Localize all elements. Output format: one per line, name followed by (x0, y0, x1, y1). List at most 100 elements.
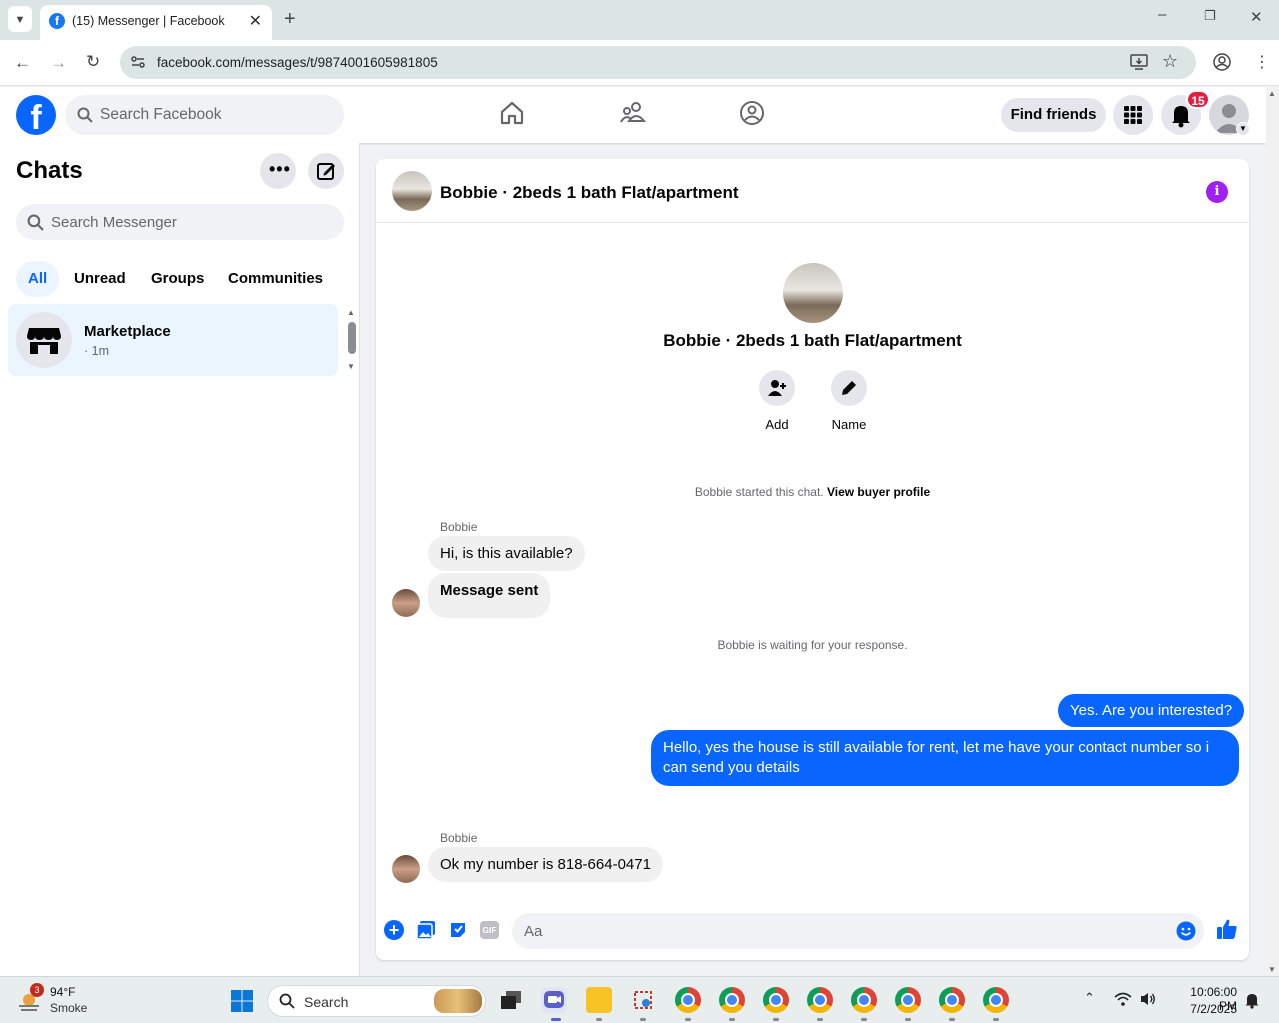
restore-window-icon[interactable]: ❐ (1204, 8, 1216, 24)
add-label: Add (765, 417, 789, 432)
incoming-message[interactable]: Hi, is this available? (428, 536, 585, 571)
install-app-icon[interactable] (1130, 53, 1148, 76)
taskbar-search-placeholder: Search (304, 994, 349, 1010)
chrome-profile-5-icon[interactable] (851, 987, 877, 1013)
scroll-up-arrow-icon[interactable]: ▲ (1268, 89, 1276, 98)
filter-unread[interactable]: Unread (62, 261, 138, 297)
bookmark-star-icon[interactable]: ☆ (1162, 51, 1178, 72)
reload-icon[interactable]: ↻ (86, 52, 100, 72)
search-icon (27, 214, 44, 236)
conversation-title[interactable]: Bobbie · 2beds 1 bath Flat/apartment (440, 183, 739, 203)
sticker-icon[interactable] (448, 920, 468, 945)
facebook-logo-icon[interactable]: f (16, 95, 56, 135)
chrome-profile-2-icon[interactable] (719, 987, 745, 1013)
taskbar-search-input[interactable]: Search (267, 985, 486, 1017)
url-text: facebook.com/messages/t/9874001605981805 (157, 55, 438, 70)
running-indicator (596, 1018, 602, 1021)
close-tab-icon[interactable]: ✕ (249, 11, 262, 31)
browser-menu-icon[interactable]: ⋮ (1254, 52, 1270, 72)
chrome-profile-7-icon[interactable] (939, 987, 965, 1013)
filter-all[interactable]: All (16, 261, 60, 297)
bobbie-avatar[interactable] (392, 855, 420, 883)
browser-tab-active[interactable]: f (15) Messenger | Facebook ✕ (40, 5, 272, 40)
profile-icon[interactable] (1213, 53, 1231, 76)
message-input-placeholder: Aa (524, 923, 543, 940)
running-indicator (685, 1018, 691, 1021)
minimize-window-icon[interactable]: – (1158, 6, 1166, 23)
home-icon[interactable] (498, 99, 528, 129)
add-person-icon (768, 380, 786, 396)
incoming-message[interactable]: Message sent (428, 573, 551, 618)
find-friends-button[interactable]: Find friends (1001, 98, 1106, 132)
clock-date[interactable]: 7/2/2025 (1171, 1002, 1237, 1016)
tab-title: (15) Messenger | Facebook (72, 14, 225, 28)
scroll-down-arrow-icon[interactable]: ▼ (1268, 965, 1276, 974)
chat-options-button[interactable]: ••• (260, 153, 296, 189)
messenger-search-input[interactable]: Search Messenger (16, 204, 344, 240)
tab-search-button[interactable]: ▼ (8, 6, 32, 32)
meet-app-icon[interactable] (541, 987, 567, 1013)
name-chat-button[interactable]: Name (819, 370, 879, 432)
page-scrollbar[interactable]: ▲ ▼ (1266, 87, 1279, 976)
filter-communities[interactable]: Communities (216, 261, 335, 297)
listing-thumbnail[interactable] (392, 171, 432, 211)
chrome-profile-1-icon[interactable] (675, 987, 701, 1013)
bobbie-avatar[interactable] (392, 589, 420, 617)
profile-listing-photo (783, 263, 843, 323)
windows-start-icon[interactable] (230, 989, 254, 1013)
show-hidden-icons-chevron-icon[interactable]: ⌃ (1084, 990, 1095, 1006)
more-options-icon: ••• (269, 159, 291, 179)
compose-icon (317, 163, 335, 180)
address-bar[interactable]: facebook.com/messages/t/9874001605981805… (120, 46, 1196, 79)
search-icon (77, 107, 93, 128)
groups-icon[interactable] (738, 99, 768, 129)
chat-name: Marketplace (84, 323, 171, 340)
incoming-message[interactable]: Ok my number is 818-664-0471 (428, 847, 663, 882)
task-view-icon[interactable] (498, 987, 524, 1013)
notification-count-badge: 15 (1186, 90, 1210, 109)
friends-icon[interactable] (619, 99, 649, 129)
thumbs-up-like-icon[interactable] (1216, 918, 1238, 945)
menu-grid-button[interactable] (1113, 95, 1153, 135)
attach-photo-icon[interactable] (416, 920, 436, 945)
outgoing-message[interactable]: Hello, yes the house is still available … (651, 730, 1239, 786)
chat-list-item-marketplace[interactable]: Marketplace · 1m (8, 304, 338, 376)
facebook-search-input[interactable]: Search Facebook (65, 95, 344, 135)
more-actions-plus-icon[interactable]: + (384, 920, 404, 940)
sender-label: Bobbie (440, 520, 478, 534)
chrome-profile-4-icon[interactable] (807, 987, 833, 1013)
view-buyer-profile-link[interactable]: View buyer profile (827, 485, 930, 499)
sender-label: Bobbie (440, 831, 478, 845)
emoji-icon[interactable] (1176, 921, 1196, 946)
scrollbar-thumb[interactable] (348, 322, 356, 354)
running-indicator (993, 1018, 999, 1021)
add-people-button[interactable]: Add (747, 370, 807, 432)
message-input[interactable]: Aa (512, 913, 1204, 949)
notification-bell-icon[interactable] (1244, 991, 1260, 1014)
back-arrow-icon[interactable]: ← (14, 53, 31, 73)
snipping-tool-icon[interactable] (630, 987, 656, 1013)
chrome-profile-3-icon[interactable] (763, 987, 789, 1013)
outgoing-message[interactable]: Yes. Are you interested? (1058, 694, 1245, 727)
weather-widget[interactable]: 3 94°F Smoke (14, 983, 124, 1019)
scroll-down-arrow-icon[interactable]: ▼ (347, 362, 355, 371)
filter-groups[interactable]: Groups (139, 261, 216, 297)
search-highlight-image-icon (434, 989, 482, 1013)
volume-icon[interactable] (1139, 991, 1157, 1012)
chrome-profile-8-icon[interactable] (983, 987, 1009, 1013)
close-window-icon[interactable]: ✕ (1250, 8, 1263, 26)
site-info-icon[interactable] (130, 54, 146, 75)
account-chevron-icon[interactable]: ▼ (1236, 122, 1250, 136)
sticky-notes-icon[interactable] (586, 987, 612, 1013)
weather-temperature: 94°F (50, 985, 76, 999)
new-tab-button[interactable]: + (284, 8, 296, 31)
new-message-button[interactable] (308, 153, 344, 189)
chrome-profile-6-icon[interactable] (895, 987, 921, 1013)
wifi-icon[interactable] (1114, 991, 1132, 1012)
info-icon[interactable]: i (1206, 181, 1228, 203)
forward-arrow-icon[interactable]: → (50, 53, 67, 73)
scroll-up-arrow-icon[interactable]: ▲ (347, 308, 355, 317)
sidebar-scrollbar[interactable]: ▲ ▼ (347, 308, 357, 372)
gif-icon[interactable]: GIF (480, 921, 499, 939)
running-indicator (640, 1018, 646, 1021)
